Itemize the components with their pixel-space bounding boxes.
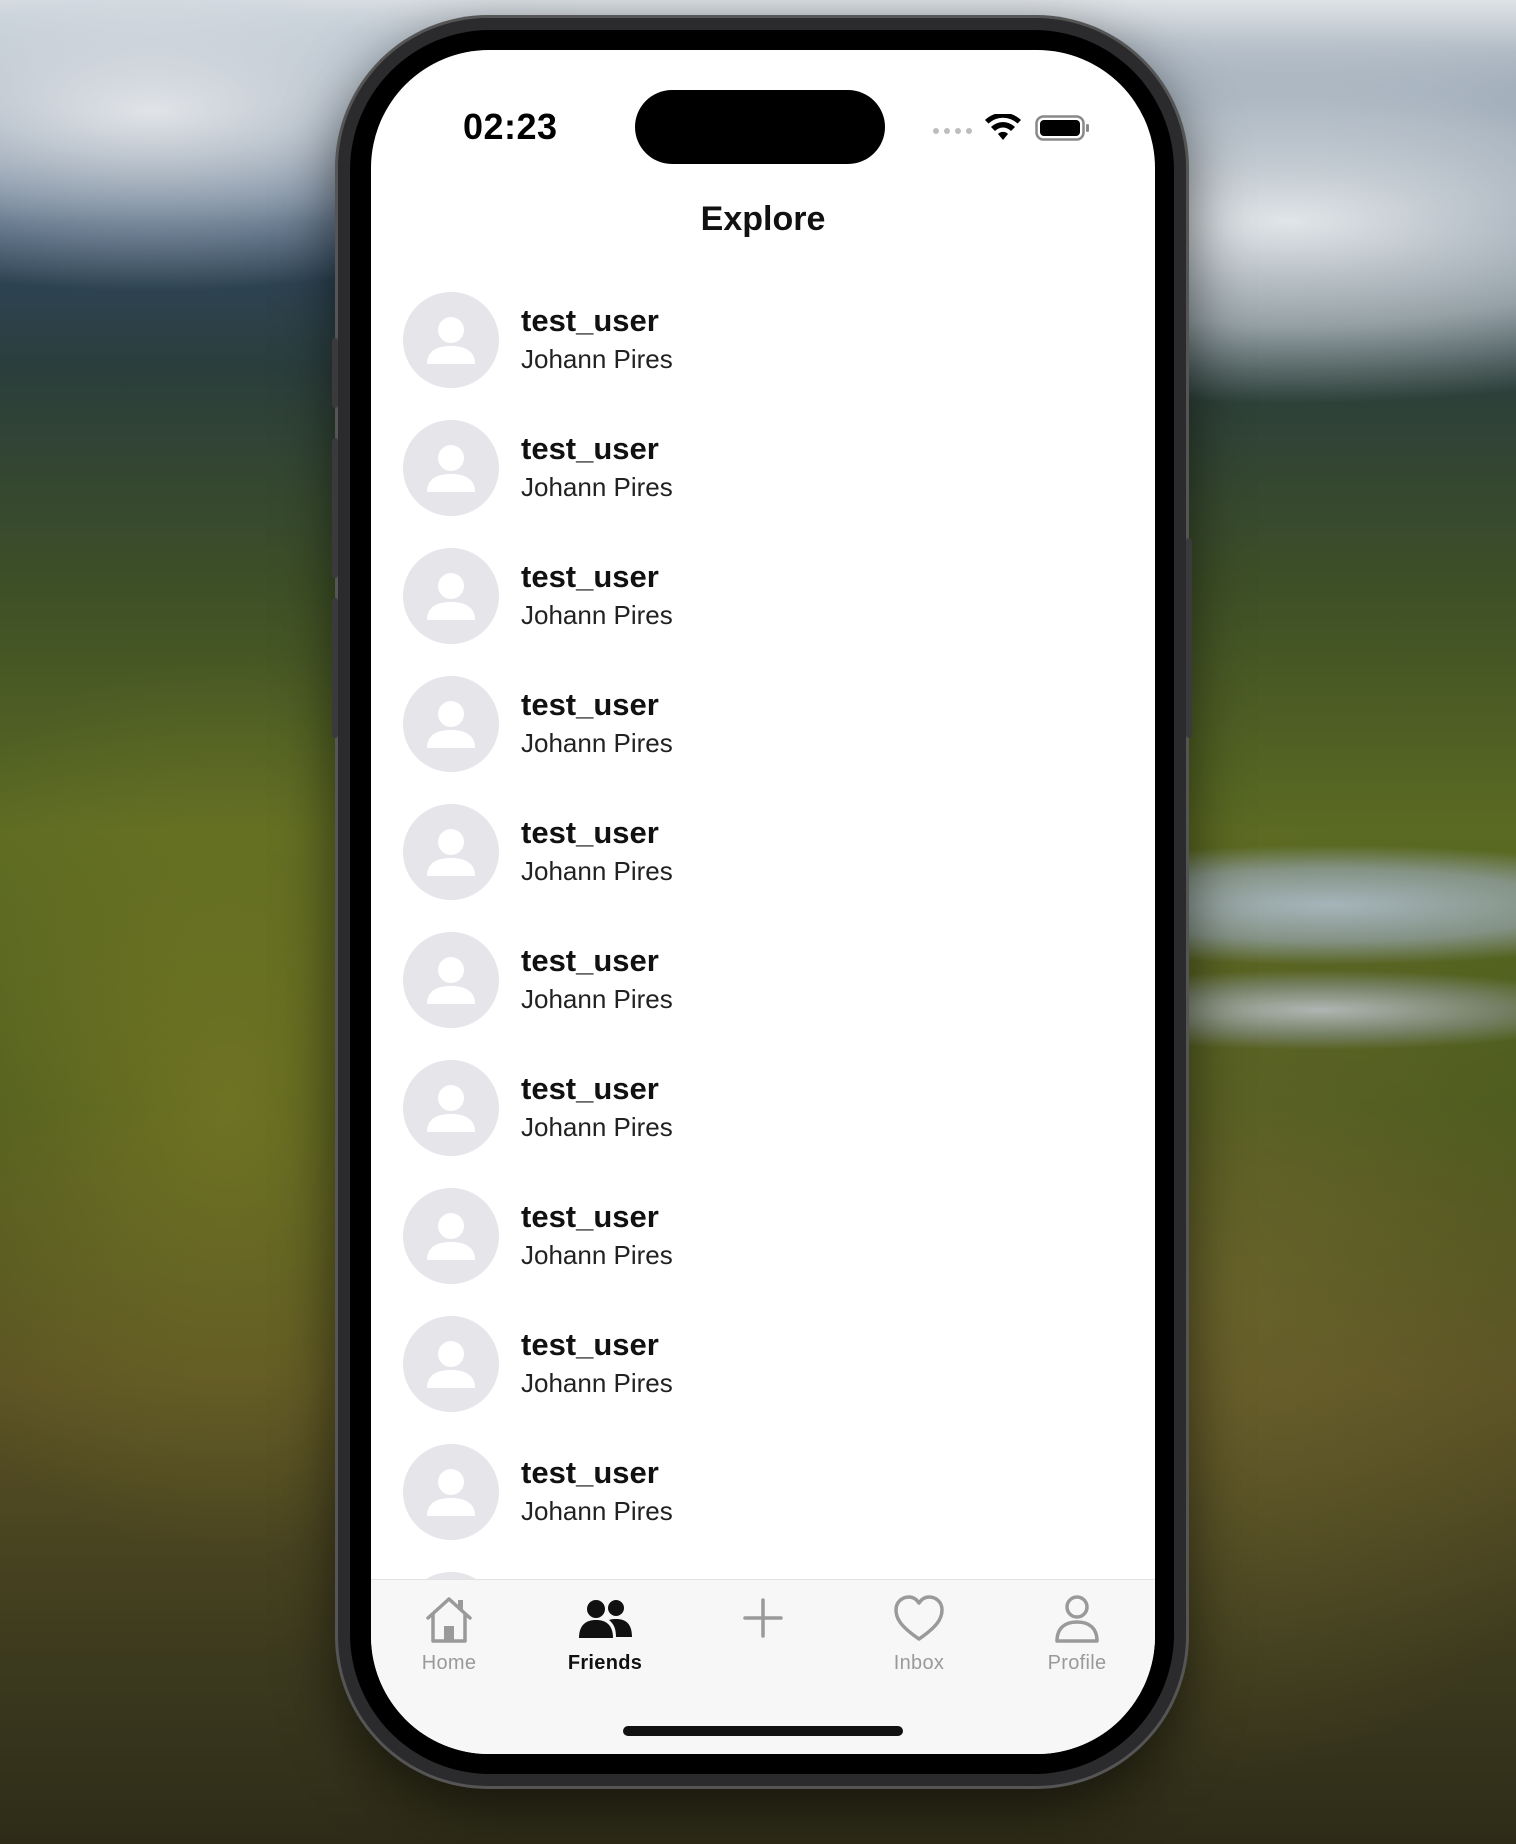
- full-name: Johann Pires: [521, 856, 673, 886]
- volume-down-button: [332, 598, 338, 738]
- volume-up-button: [332, 438, 338, 578]
- phone-frame: 02:23 Explore test_user Johann Pires test_…: [332, 18, 1192, 1786]
- list-item[interactable]: test_user Johann Pires: [371, 676, 1155, 804]
- person-placeholder-icon: [427, 573, 475, 620]
- avatar: [403, 548, 499, 644]
- username: test_user: [521, 815, 659, 850]
- person-placeholder-icon: [427, 445, 475, 492]
- tab-friends-label: Friends: [567, 1652, 643, 1674]
- full-name: Johann Pires: [521, 1496, 673, 1526]
- list-item[interactable]: test_user Johann Pires: [371, 1060, 1155, 1188]
- username: test_user: [521, 1327, 659, 1362]
- avatar: [403, 1444, 499, 1540]
- avatar: [403, 1316, 499, 1412]
- full-name: Johann Pires: [521, 600, 673, 630]
- app-screen: 02:23 Explore test_user Johann Pires test_…: [371, 50, 1155, 1754]
- full-name: Johann Pires: [521, 728, 673, 758]
- cellular-signal-icon: [933, 128, 972, 134]
- home-icon: [426, 1597, 472, 1643]
- tab-create[interactable]: [693, 1592, 833, 1652]
- person-placeholder-icon: [427, 957, 475, 1004]
- username: test_user: [521, 1455, 659, 1490]
- tab-profile[interactable]: Profile: [1007, 1592, 1147, 1675]
- home-indicator: [623, 1726, 903, 1736]
- avatar: [403, 1060, 499, 1156]
- person-placeholder-icon: [427, 1341, 475, 1388]
- username: test_user: [521, 431, 659, 466]
- username: test_user: [521, 1199, 659, 1234]
- avatar: [403, 420, 499, 516]
- heart-icon: [894, 1595, 944, 1641]
- person-placeholder-icon: [427, 1085, 475, 1132]
- list-item[interactable]: test_user Johann Pires: [371, 1444, 1155, 1572]
- tab-inbox-label: Inbox: [893, 1652, 945, 1674]
- list-item[interactable]: test_user Johann Pires: [371, 292, 1155, 420]
- avatar: [403, 676, 499, 772]
- action-button: [332, 338, 338, 408]
- wifi-icon: [985, 114, 1021, 140]
- list-item[interactable]: test_user Johann Pires: [371, 420, 1155, 548]
- battery-icon: [1035, 115, 1089, 141]
- full-name: Johann Pires: [521, 344, 673, 374]
- username: test_user: [521, 559, 659, 594]
- dynamic-island: [635, 90, 885, 164]
- plus-icon: [743, 1598, 783, 1638]
- list-item[interactable]: test_user Johann Pires: [371, 932, 1155, 1060]
- power-button: [1186, 538, 1192, 738]
- avatar: [403, 1188, 499, 1284]
- tab-home[interactable]: Home: [379, 1592, 519, 1675]
- list-item[interactable]: test_user Johann Pires: [371, 804, 1155, 932]
- person-placeholder-icon: [427, 1213, 475, 1260]
- friends-icon: [579, 1600, 632, 1638]
- person-placeholder-icon: [427, 701, 475, 748]
- avatar: [403, 804, 499, 900]
- person-icon: [1055, 1595, 1099, 1643]
- full-name: Johann Pires: [521, 472, 673, 502]
- list-item[interactable]: test_user Johann Pires: [371, 548, 1155, 676]
- tab-inbox[interactable]: Inbox: [849, 1592, 989, 1675]
- avatar: [403, 932, 499, 1028]
- tab-home-label: Home: [421, 1652, 477, 1674]
- tab-bar: Home Friends Inbox Profile: [371, 1579, 1155, 1754]
- full-name: Johann Pires: [521, 1240, 673, 1270]
- list-item[interactable]: test_user Johann Pires: [371, 1316, 1155, 1444]
- full-name: Johann Pires: [521, 1368, 673, 1398]
- status-time: 02:23: [463, 106, 558, 147]
- person-placeholder-icon: [427, 829, 475, 876]
- avatar: [403, 292, 499, 388]
- username: test_user: [521, 303, 659, 338]
- full-name: Johann Pires: [521, 1112, 673, 1142]
- username: test_user: [521, 687, 659, 722]
- page-title: Explore: [700, 200, 826, 238]
- username: test_user: [521, 943, 659, 978]
- person-placeholder-icon: [427, 1469, 475, 1516]
- tab-friends[interactable]: Friends: [535, 1592, 675, 1675]
- list-item[interactable]: test_user Johann Pires: [371, 1188, 1155, 1316]
- username: test_user: [521, 1071, 659, 1106]
- user-list[interactable]: test_user Johann Pires test_user Johann Pir…: [371, 292, 1155, 1700]
- full-name: Johann Pires: [521, 984, 673, 1014]
- tab-profile-label: Profile: [1047, 1652, 1107, 1674]
- person-placeholder-icon: [427, 317, 475, 364]
